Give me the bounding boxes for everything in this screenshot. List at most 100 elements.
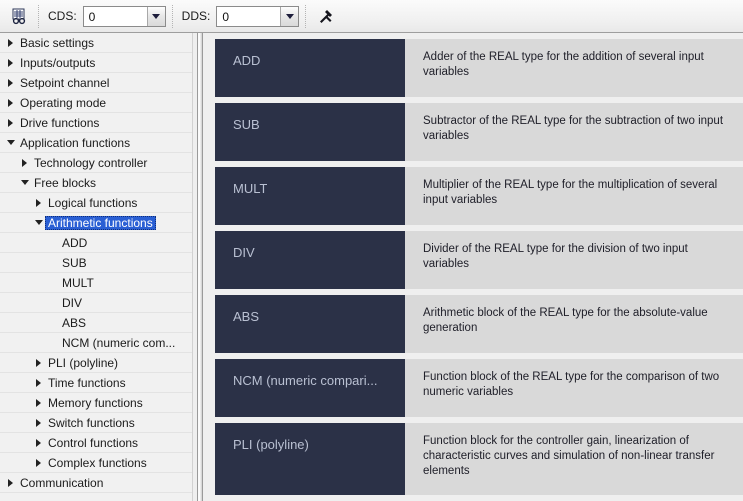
tree-item-label: Complex functions: [48, 455, 147, 470]
dds-field-group: DDS: 0: [178, 5, 300, 27]
cds-label: CDS:: [48, 9, 77, 23]
navigation-tree[interactable]: Basic settings Inputs/outputs Setpoint cha…: [0, 33, 192, 493]
function-block-name-label: MULT: [233, 181, 268, 196]
tree-item-drive-functions[interactable]: Drive functions: [0, 113, 192, 133]
tree-item-technology-controller[interactable]: Technology controller: [0, 153, 192, 173]
chevron-down-icon[interactable]: [280, 6, 299, 26]
tree-item-switch-functions[interactable]: Switch functions: [0, 413, 192, 433]
table-inspect-icon[interactable]: [6, 4, 32, 29]
chevron-right-icon[interactable]: [4, 58, 17, 67]
tree-item-memory-functions[interactable]: Memory functions: [0, 393, 192, 413]
function-block-description: Function block of the REAL type for the …: [405, 359, 743, 417]
function-block-name-label: PLI (polyline): [233, 437, 309, 452]
tree-item-pli-polyline[interactable]: PLI (polyline): [0, 353, 192, 373]
tree-item-complex-functions[interactable]: Complex functions: [0, 453, 192, 473]
function-block-name-label: DIV: [233, 245, 255, 260]
tree-item-label: Setpoint channel: [20, 75, 110, 90]
function-block-description-text: Arithmetic block of the REAL type for th…: [423, 307, 708, 334]
tree-item-mult[interactable]: MULT: [0, 273, 192, 293]
toolbar-separator-3: [305, 4, 307, 28]
function-block-card[interactable]: NCM (numeric compari... Function block of…: [215, 359, 743, 417]
tree-item-label: Drive functions: [20, 115, 100, 130]
chevron-right-icon[interactable]: [32, 198, 45, 207]
function-block-name-label: ADD: [233, 53, 261, 68]
chevron-right-icon[interactable]: [4, 118, 17, 127]
function-block-name: NCM (numeric compari...: [215, 359, 405, 417]
tree-item-communication[interactable]: Communication: [0, 473, 192, 493]
cds-value: 0: [88, 9, 96, 24]
function-block-card[interactable]: DIV Divider of the REAL type for the divi…: [215, 231, 743, 289]
tree-item-sub[interactable]: SUB: [0, 253, 192, 273]
function-block-description-text: Subtractor of the REAL type for the subt…: [423, 115, 724, 142]
chevron-right-icon[interactable]: [4, 38, 17, 47]
chevron-right-icon[interactable]: [32, 398, 45, 407]
function-block-description-text: Adder of the REAL type for the addition …: [423, 51, 704, 78]
tree-item-arithmetic-functions[interactable]: Arithmetic functions: [0, 213, 192, 233]
tree-item-label: Free blocks: [34, 175, 97, 190]
tree-item-label: Arithmetic functions: [45, 215, 156, 230]
tree-item-time-functions[interactable]: Time functions: [0, 373, 192, 393]
function-block-name-label: NCM (numeric compari...: [233, 373, 378, 388]
function-block-name: PLI (polyline): [215, 423, 405, 495]
chevron-right-icon[interactable]: [32, 458, 45, 467]
main-body: Basic settings Inputs/outputs Setpoint cha…: [0, 33, 743, 501]
tree-item-setpoint-channel[interactable]: Setpoint channel: [0, 73, 192, 93]
tree-item-label: Inputs/outputs: [20, 55, 96, 70]
function-block-card[interactable]: MULT Multiplier of the REAL type for the …: [215, 167, 743, 225]
function-block-card[interactable]: SUB Subtractor of the REAL type for the s…: [215, 103, 743, 161]
panel-splitter[interactable]: [193, 33, 209, 501]
chevron-down-icon[interactable]: [32, 220, 45, 225]
tree-item-ncm-numeric-com[interactable]: NCM (numeric com...: [0, 333, 192, 353]
chevron-right-icon[interactable]: [18, 158, 31, 167]
chevron-right-icon[interactable]: [4, 78, 17, 87]
function-block-card[interactable]: PLI (polyline) Function block for the con…: [215, 423, 743, 495]
toolbar-separator-2: [171, 4, 174, 28]
chevron-right-icon[interactable]: [32, 418, 45, 427]
application-window: CDS: 0 DDS: 0 Basic settings Inputs/outp…: [0, 0, 743, 501]
chevron-down-icon[interactable]: [18, 180, 31, 185]
chevron-right-icon[interactable]: [32, 358, 45, 367]
function-block-description: Subtractor of the REAL type for the subt…: [405, 103, 743, 161]
function-block-name: MULT: [215, 167, 405, 225]
tree-item-add[interactable]: ADD: [0, 233, 192, 253]
function-block-description: Multiplier of the REAL type for the mult…: [405, 167, 743, 225]
function-block-name: SUB: [215, 103, 405, 161]
function-block-name-label: SUB: [233, 117, 260, 132]
function-block-card[interactable]: ADD Adder of the REAL type for the additi…: [215, 39, 743, 97]
dds-dropdown[interactable]: 0: [216, 5, 300, 27]
tree-item-inputs-outputs[interactable]: Inputs/outputs: [0, 53, 192, 73]
function-block-description-text: Multiplier of the REAL type for the mult…: [423, 179, 718, 206]
dds-value: 0: [222, 9, 230, 24]
function-block-name: ADD: [215, 39, 405, 97]
tree-item-label: DIV: [62, 295, 83, 310]
function-block-description: Adder of the REAL type for the addition …: [405, 39, 743, 97]
chevron-right-icon[interactable]: [4, 98, 17, 107]
function-blocks-list[interactable]: ADD Adder of the REAL type for the additi…: [209, 33, 743, 501]
chevron-right-icon[interactable]: [32, 378, 45, 387]
function-block-name: ABS: [215, 295, 405, 353]
function-block-description: Divider of the REAL type for the divisio…: [405, 231, 743, 289]
chevron-down-icon[interactable]: [4, 140, 17, 145]
function-block-card[interactable]: ABS Arithmetic block of the REAL type for…: [215, 295, 743, 353]
tree-item-basic-settings[interactable]: Basic settings: [0, 33, 192, 53]
toolbar-separator-1: [38, 4, 40, 28]
function-block-name-label: ABS: [233, 309, 260, 324]
function-block-description-text: Divider of the REAL type for the divisio…: [423, 243, 688, 270]
tree-item-abs[interactable]: ABS: [0, 313, 192, 333]
hammer-wrench-icon[interactable]: [313, 4, 339, 29]
tree-item-free-blocks[interactable]: Free blocks: [0, 173, 192, 193]
navigation-tree-panel[interactable]: Basic settings Inputs/outputs Setpoint cha…: [0, 33, 193, 501]
chevron-right-icon[interactable]: [4, 478, 17, 487]
tree-item-label: Memory functions: [48, 395, 143, 410]
tree-item-div[interactable]: DIV: [0, 293, 192, 313]
tree-item-application-functions[interactable]: Application functions: [0, 133, 192, 153]
tree-item-label: ABS: [62, 315, 87, 330]
function-block-description-text: Function block for the controller gain, …: [423, 435, 715, 477]
chevron-right-icon[interactable]: [32, 438, 45, 447]
tree-item-logical-functions[interactable]: Logical functions: [0, 193, 192, 213]
cds-dropdown[interactable]: 0: [82, 5, 166, 27]
tree-item-operating-mode[interactable]: Operating mode: [0, 93, 192, 113]
chevron-down-icon[interactable]: [146, 6, 165, 26]
tree-item-label: Technology controller: [34, 155, 148, 170]
tree-item-control-functions[interactable]: Control functions: [0, 433, 192, 453]
